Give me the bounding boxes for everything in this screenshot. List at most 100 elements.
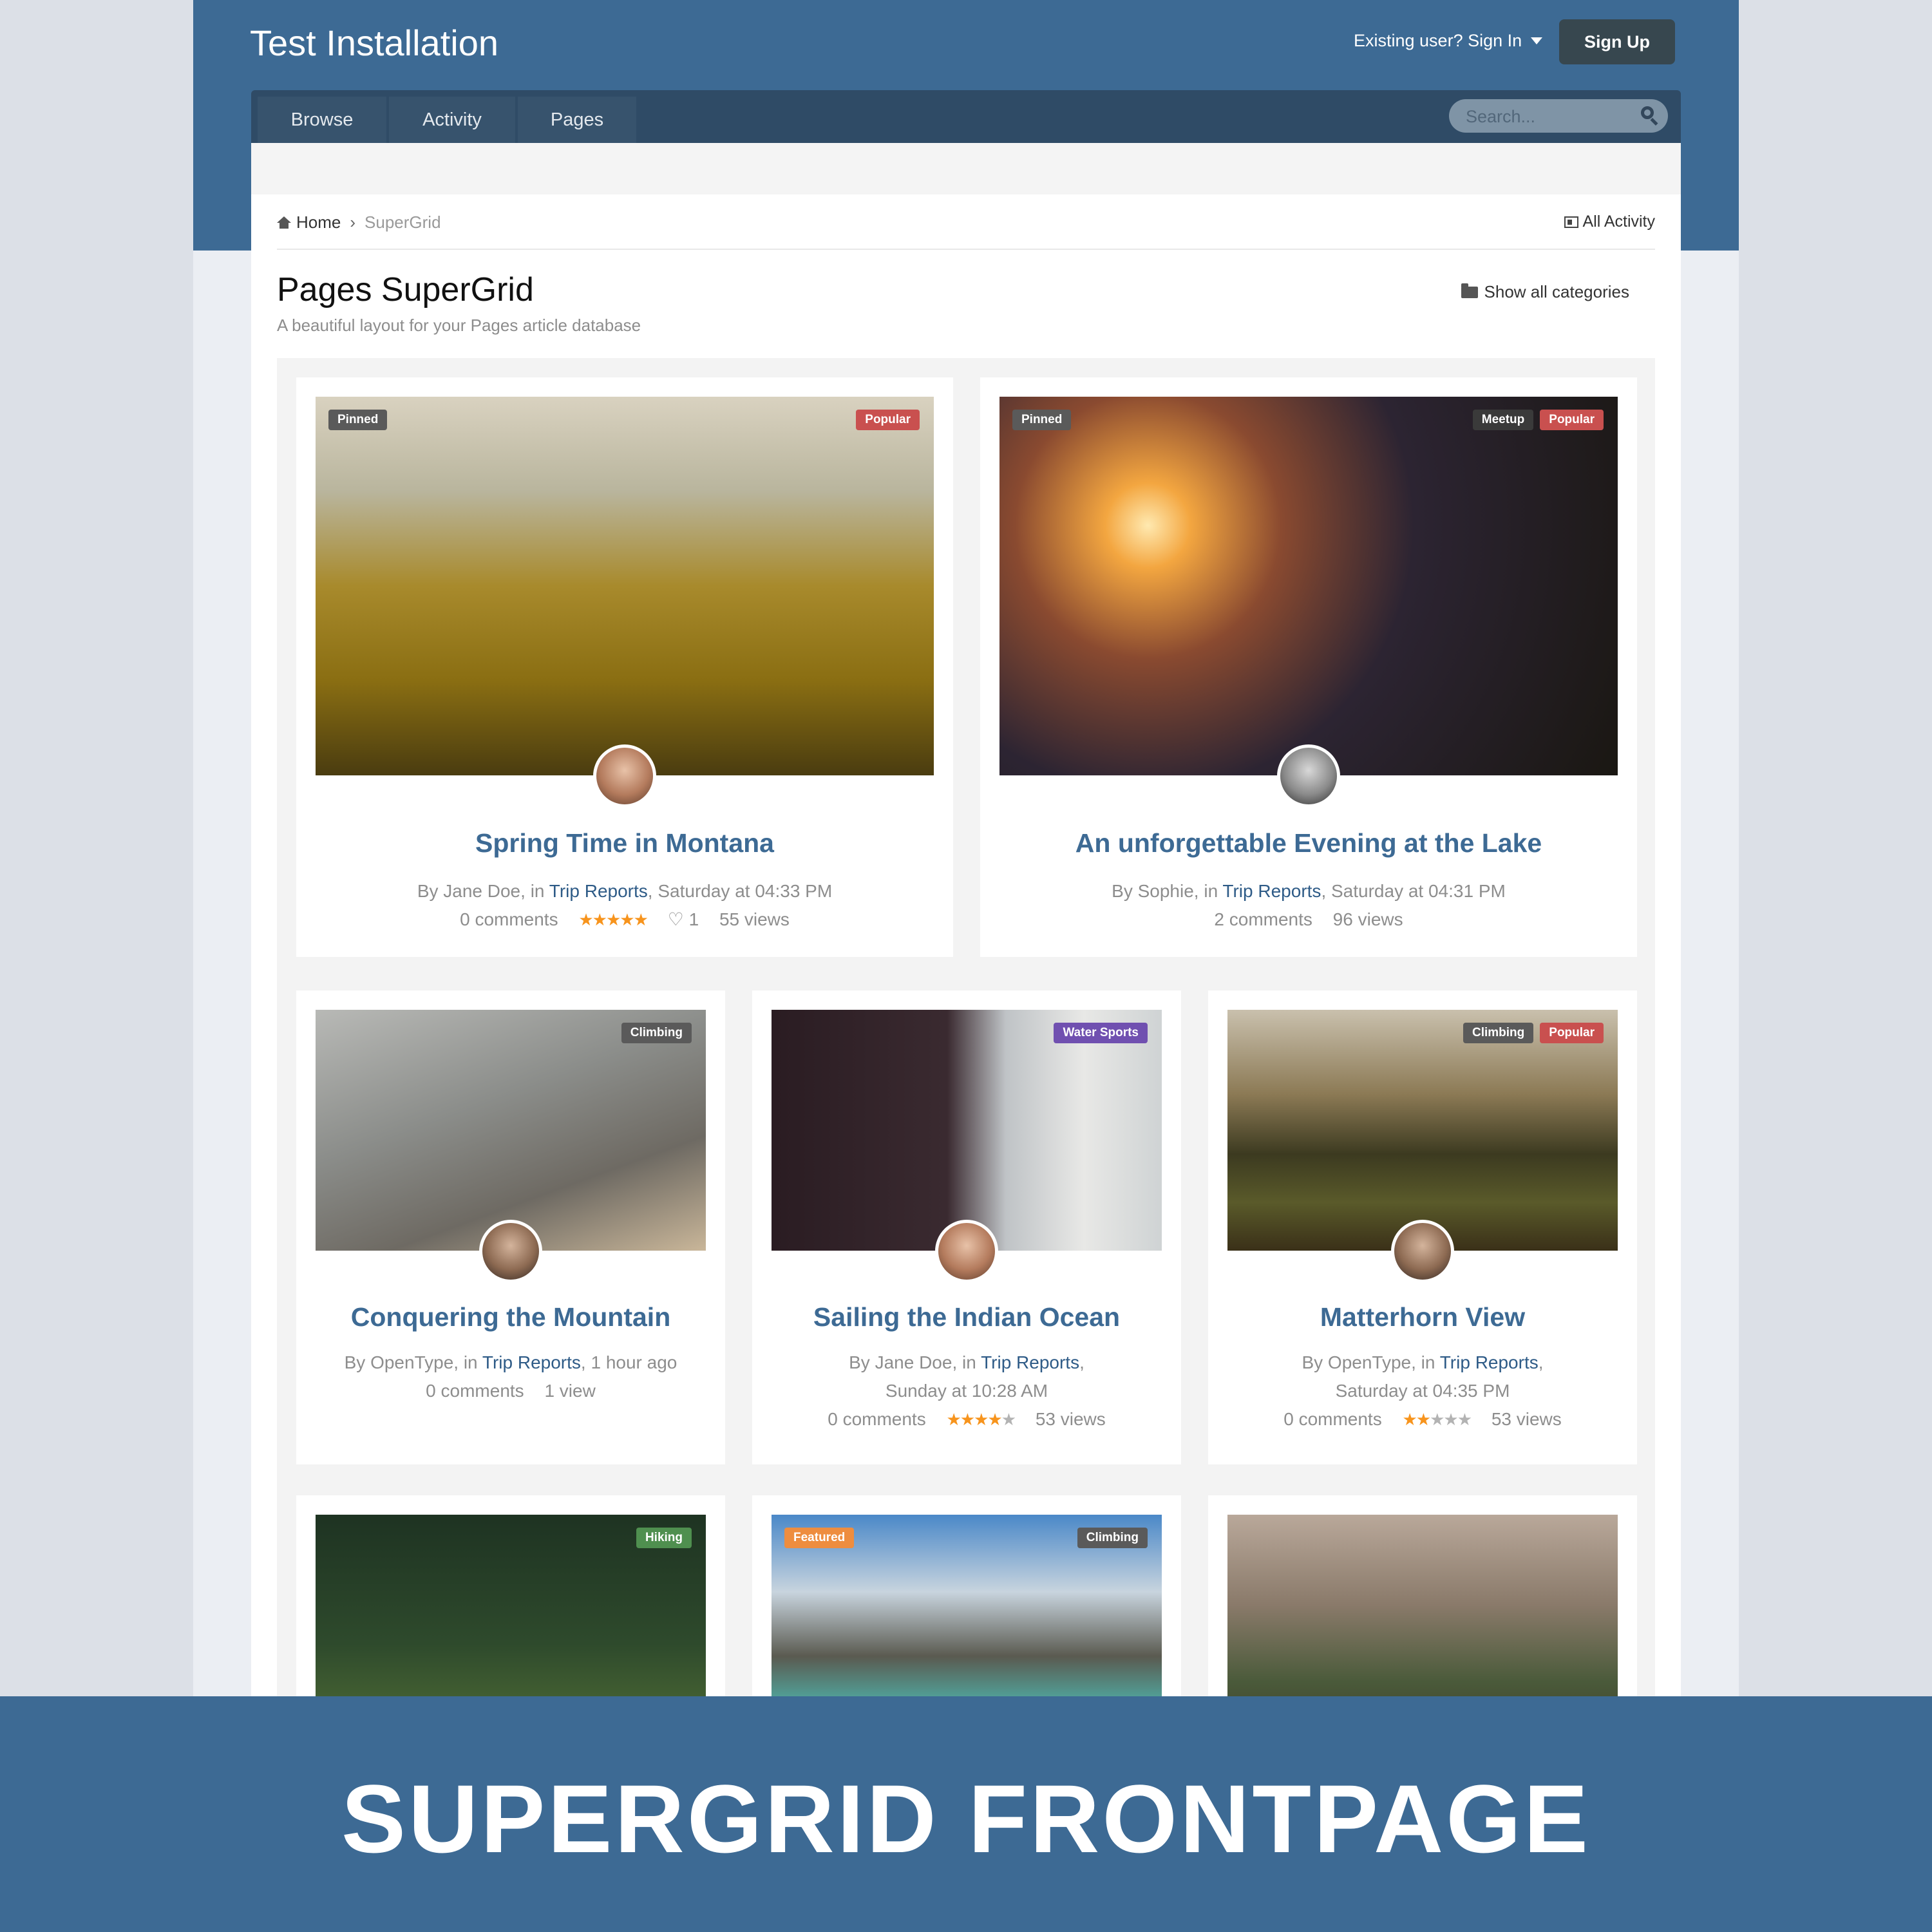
article-meta: By Jane Doe, in Trip Reports, Saturday a…: [296, 877, 953, 905]
article-image[interactable]: Water Sports: [772, 1010, 1162, 1251]
star-rating: ★★★★★: [578, 910, 649, 929]
breadcrumb-divider: [277, 249, 1655, 250]
show-all-categories-link[interactable]: Show all categories: [1461, 282, 1629, 302]
show-all-categories-label: Show all categories: [1484, 282, 1629, 301]
promo-banner: SUPERGRID FRONTPAGE: [0, 1696, 1932, 1932]
article-title[interactable]: Matterhorn View: [1208, 1302, 1637, 1332]
badge-climbing[interactable]: Climbing: [1077, 1528, 1148, 1548]
article-time: , 1 hour ago: [580, 1352, 677, 1372]
star-rating: ★★★★★: [946, 1410, 1017, 1429]
article-card[interactable]: Pinned Popular Spring Time in Montana By…: [296, 377, 953, 957]
breadcrumb-home[interactable]: Home: [296, 213, 341, 232]
article-category-link[interactable]: Trip Reports: [1440, 1352, 1539, 1372]
article-image[interactable]: Pinned Meetup Popular: [999, 397, 1618, 775]
article-title[interactable]: Sailing the Indian Ocean: [752, 1302, 1181, 1332]
article-stats: 0 comments ★★★★★ 53 views: [752, 1405, 1181, 1434]
article-stats: 2 comments 96 views: [980, 905, 1637, 934]
article-image[interactable]: Climbing: [316, 1010, 706, 1251]
badge-featured[interactable]: Featured: [784, 1528, 855, 1548]
article-card[interactable]: Climbing Popular Matterhorn View By Open…: [1208, 990, 1637, 1464]
view-count: 55 views: [719, 909, 790, 929]
all-activity-link[interactable]: All Activity: [1564, 213, 1655, 231]
article-stats: 0 comments 1 view: [296, 1377, 725, 1405]
badge-meetup[interactable]: Meetup: [1472, 410, 1534, 430]
comment-count[interactable]: 0 comments: [1283, 1409, 1382, 1429]
article-card[interactable]: Water Sports Sailing the Indian Ocean By…: [752, 990, 1181, 1464]
site-title[interactable]: Test Installation: [250, 22, 498, 64]
comment-count[interactable]: 0 comments: [828, 1409, 926, 1429]
article-title[interactable]: Spring Time in Montana: [296, 828, 953, 858]
article-time: Saturday at 04:35 PM: [1335, 1381, 1510, 1401]
article-card[interactable]: Climbing Conquering the Mountain By Open…: [296, 990, 725, 1464]
badge-pinned: Pinned: [1012, 410, 1072, 430]
view-count: 53 views: [1035, 1409, 1106, 1429]
page-subtitle: A beautiful layout for your Pages articl…: [277, 316, 641, 335]
badge-climbing[interactable]: Climbing: [1463, 1023, 1534, 1043]
article-meta: By Sophie, in Trip Reports, Saturday at …: [980, 877, 1637, 905]
page-title: Pages SuperGrid: [277, 271, 534, 308]
tab-browse[interactable]: Browse: [258, 97, 386, 143]
breadcrumb: Home › SuperGrid: [277, 213, 441, 232]
article-meta: By OpenType, in Trip Reports,: [1302, 1352, 1544, 1372]
author-avatar[interactable]: [479, 1220, 542, 1283]
author-avatar[interactable]: [1391, 1220, 1454, 1283]
sub-navigation-bar: [251, 143, 1681, 194]
article-title[interactable]: An unforgettable Evening at the Lake: [980, 828, 1637, 858]
tab-activity[interactable]: Activity: [389, 97, 515, 143]
folder-open-icon: [1461, 283, 1478, 298]
article-time: , Saturday at 04:31 PM: [1321, 881, 1506, 901]
search-icon[interactable]: [1641, 106, 1654, 119]
author-avatar[interactable]: [1277, 744, 1340, 808]
sign-in-label: Existing user? Sign In: [1354, 31, 1522, 50]
heart-icon: ♡: [667, 909, 684, 929]
article-author: By Jane Doe, in: [849, 1352, 981, 1372]
article-author: By OpenType, in: [1302, 1352, 1440, 1372]
badge-hiking[interactable]: Hiking: [636, 1528, 692, 1548]
article-time: , Saturday at 04:33 PM: [647, 881, 833, 901]
article-author: By OpenType, in: [344, 1352, 482, 1372]
newspaper-icon: [1564, 216, 1579, 228]
article-category-link[interactable]: Trip Reports: [549, 881, 648, 901]
star-rating: ★★★★★: [1402, 1410, 1473, 1429]
comment-count[interactable]: 0 comments: [426, 1381, 524, 1401]
author-avatar[interactable]: [593, 744, 656, 808]
article-image[interactable]: Pinned Popular: [316, 397, 934, 775]
article-author: By Sophie, in: [1112, 881, 1223, 901]
article-time: Sunday at 10:28 AM: [885, 1381, 1048, 1401]
main-content: Home › SuperGrid All Activity Pages Supe…: [251, 194, 1681, 1772]
home-icon: [277, 216, 291, 229]
main-nav: Browse Activity Pages: [251, 90, 1681, 143]
breadcrumb-current[interactable]: SuperGrid: [365, 213, 441, 232]
badge-climbing[interactable]: Climbing: [621, 1023, 692, 1043]
article-card[interactable]: Pinned Meetup Popular An unforgettable E…: [980, 377, 1637, 957]
badge-popular[interactable]: Popular: [856, 410, 920, 430]
comment-count[interactable]: 0 comments: [460, 909, 558, 929]
sign-up-button[interactable]: Sign Up: [1559, 19, 1675, 64]
badge-popular[interactable]: Popular: [1540, 410, 1604, 430]
like-count[interactable]: ♡ 1: [668, 909, 699, 929]
article-image[interactable]: Climbing Popular: [1227, 1010, 1618, 1251]
badge-water-sports[interactable]: Water Sports: [1054, 1023, 1148, 1043]
author-avatar[interactable]: [935, 1220, 998, 1283]
article-category-link[interactable]: Trip Reports: [981, 1352, 1079, 1372]
badge-popular[interactable]: Popular: [1540, 1023, 1604, 1043]
tab-pages[interactable]: Pages: [518, 97, 636, 143]
view-count: 96 views: [1332, 909, 1403, 929]
promo-banner-title: SUPERGRID FRONTPAGE: [341, 1765, 1591, 1873]
article-category-link[interactable]: Trip Reports: [482, 1352, 581, 1372]
sign-in-dropdown[interactable]: Existing user? Sign In: [1354, 31, 1543, 51]
all-activity-label: All Activity: [1582, 213, 1655, 231]
article-category-link[interactable]: Trip Reports: [1222, 881, 1321, 901]
comment-count[interactable]: 2 comments: [1214, 909, 1312, 929]
view-count: 53 views: [1491, 1409, 1562, 1429]
breadcrumb-separator-icon: ›: [350, 213, 356, 232]
article-meta: By Jane Doe, in Trip Reports,: [849, 1352, 1084, 1372]
caret-down-icon: [1531, 37, 1543, 44]
article-stats: 0 comments ★★★★★ ♡ 1 55 views: [296, 905, 953, 934]
search-input[interactable]: [1464, 99, 1628, 134]
search-box: [1449, 99, 1668, 134]
article-title[interactable]: Conquering the Mountain: [296, 1302, 725, 1332]
badge-pinned: Pinned: [328, 410, 388, 430]
article-stats: 0 comments ★★★★★ 53 views: [1208, 1405, 1637, 1434]
like-count-value: 1: [688, 909, 699, 929]
